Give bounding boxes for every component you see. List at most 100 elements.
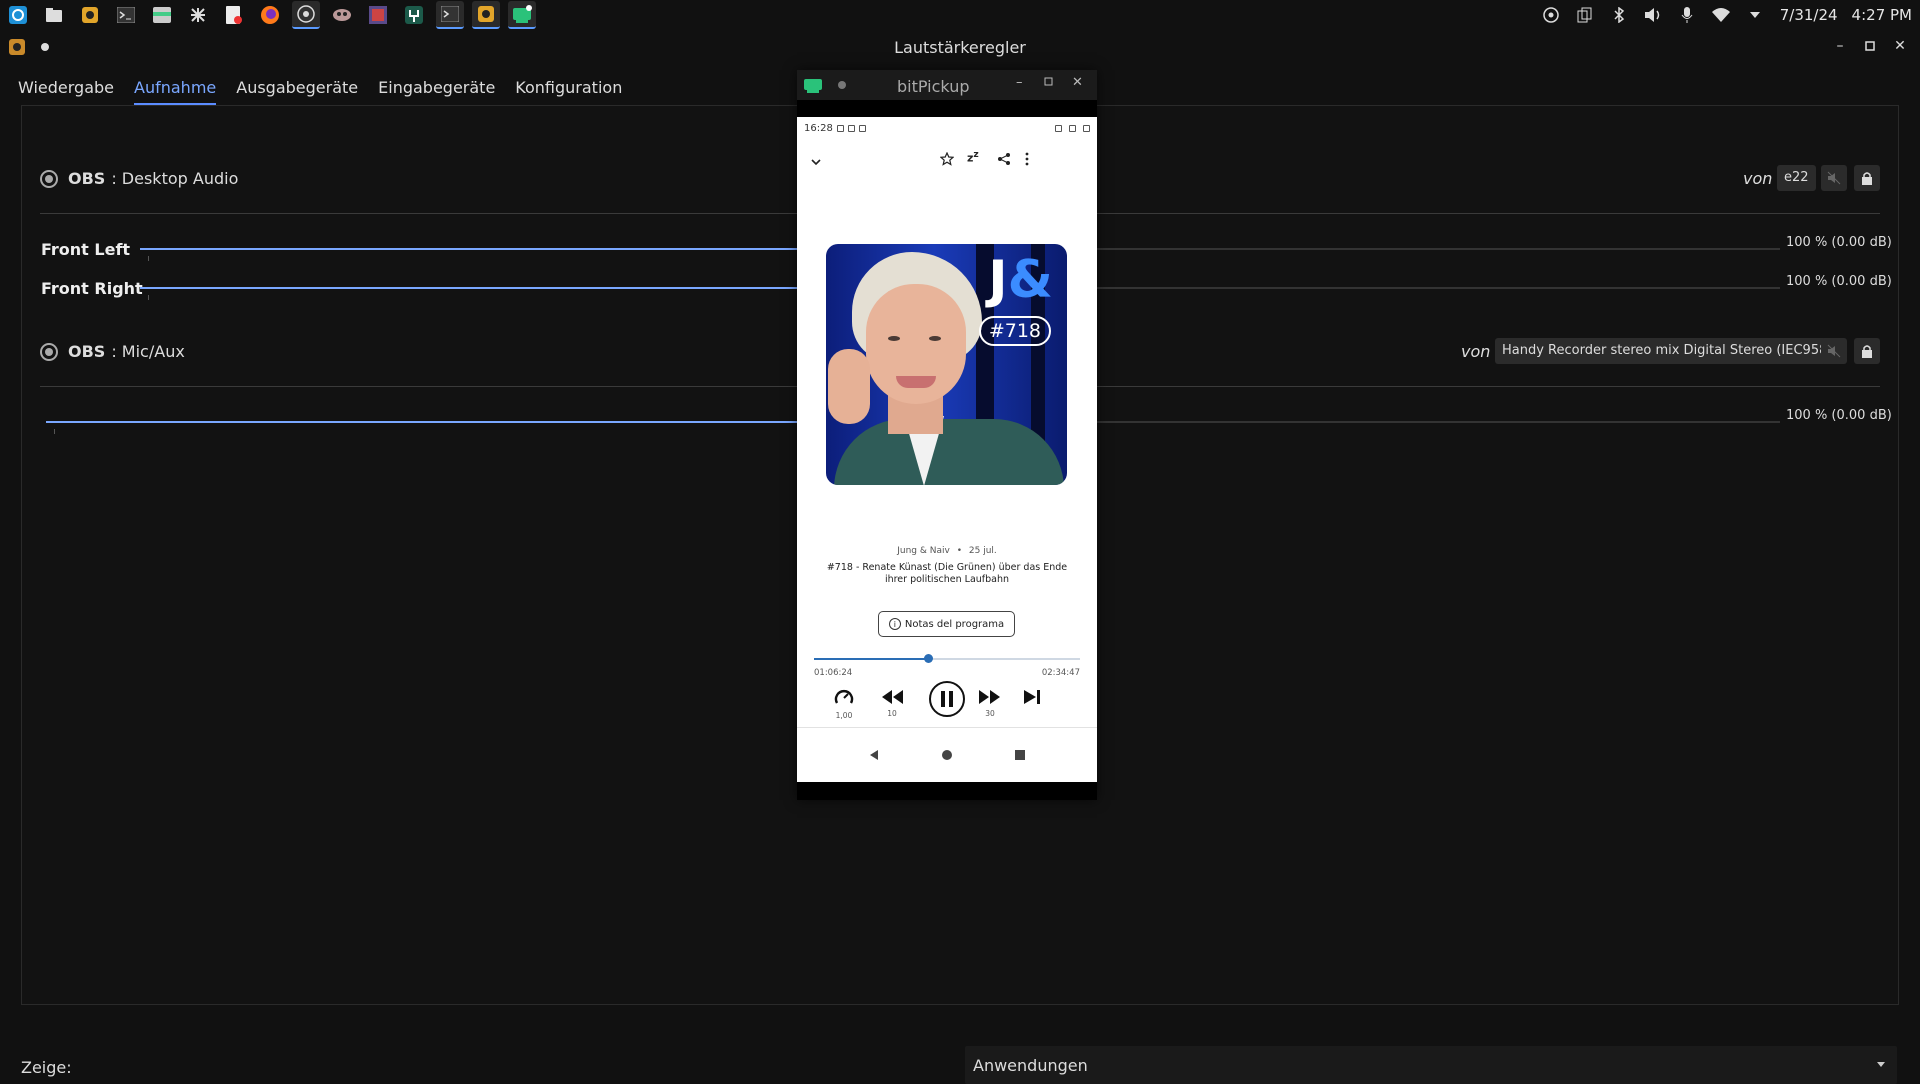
tab-ausgabegeraete[interactable]: Ausgabegeräte: [236, 74, 358, 105]
episode-number-badge: #718: [978, 316, 1051, 346]
skip-next-button[interactable]: [1022, 687, 1042, 707]
files-icon[interactable]: [40, 1, 68, 29]
notification-icon: [836, 124, 844, 132]
phone-status-bar: 16:28: [797, 117, 1097, 139]
phone-clock: 16:28: [804, 122, 833, 134]
sleep-timer-icon[interactable]: zz: [967, 149, 979, 165]
window-titlebar[interactable]: Lautstärkeregler – ✕: [0, 30, 1920, 64]
slider-tick: [54, 429, 55, 434]
rewind-icon: [882, 690, 903, 704]
wifi-icon[interactable]: [1704, 0, 1738, 30]
time-label[interactable]: 4:27 PM: [1852, 6, 1912, 24]
mute-button[interactable]: [1821, 165, 1847, 191]
speed-value: 1,00: [835, 711, 853, 720]
show-label: Zeige:: [21, 1058, 72, 1077]
share-icon[interactable]: [997, 151, 1011, 170]
tab-eingabegeraete[interactable]: Eingabegeräte: [378, 74, 495, 105]
bitpickup-icon[interactable]: [508, 1, 536, 29]
play-pause-button[interactable]: [928, 680, 966, 718]
game-icon[interactable]: [328, 1, 356, 29]
forward-seconds: 30: [985, 709, 995, 718]
top-panel: 7/31/24 4:27 PM: [0, 0, 1920, 30]
home-icon[interactable]: [941, 749, 953, 761]
episode-title: #718 - Renate Künast (Die Grünen) über d…: [826, 562, 1068, 585]
date-label[interactable]: 7/31/24: [1780, 6, 1838, 24]
collapse-chevron-icon[interactable]: [811, 151, 821, 170]
minimize-icon[interactable]: –: [1016, 75, 1023, 90]
media-player-icon[interactable]: [76, 1, 104, 29]
device-selector-button[interactable]: e22: [1777, 165, 1816, 191]
settings-icon[interactable]: [184, 1, 212, 29]
app-launcher-bar: [0, 0, 544, 30]
file-manager-icon[interactable]: [148, 1, 176, 29]
android-tool-icon[interactable]: [400, 1, 428, 29]
text-editor-icon[interactable]: [220, 1, 248, 29]
tab-wiedergabe[interactable]: Wiedergabe: [18, 74, 114, 105]
obs-icon[interactable]: [292, 1, 320, 29]
volume-control-icon[interactable]: [472, 1, 500, 29]
volume-value-front-right: 100 % (0.00 dB): [1786, 274, 1892, 289]
fast-forward-button[interactable]: 30: [978, 687, 1002, 718]
bitpickup-app-icon: [804, 79, 822, 93]
start-menu-icon[interactable]: [4, 1, 32, 29]
mute-button[interactable]: [1821, 338, 1847, 364]
stream-app-name: OBS: [68, 342, 106, 361]
obs-icon: [40, 169, 58, 188]
speed-icon: [834, 690, 854, 704]
device-selector-button[interactable]: Handy Recorder stereo mix Digital Stereo…: [1495, 338, 1840, 364]
bitpickup-titlebar[interactable]: bitPickup – ✕: [797, 70, 1097, 100]
player-toolbar: zz: [797, 139, 1097, 183]
image-viewer-icon[interactable]: [364, 1, 392, 29]
clipboard-icon[interactable]: [1568, 0, 1602, 30]
microphone-icon[interactable]: [1670, 0, 1704, 30]
eye-shape: [888, 336, 900, 341]
pin-icon[interactable]: [838, 81, 846, 89]
jacket-shape: [834, 419, 1064, 485]
window-title: Lautstärkeregler: [894, 38, 1026, 57]
podcast-name[interactable]: Jung & Naiv: [897, 546, 950, 556]
close-icon[interactable]: ✕: [1072, 75, 1083, 90]
bluetooth-icon[interactable]: [1602, 0, 1636, 30]
more-options-icon[interactable]: [1025, 151, 1029, 170]
tray-expand-icon[interactable]: [1738, 0, 1772, 30]
show-notes-button[interactable]: i Notas del programa: [878, 611, 1015, 637]
star-icon[interactable]: [939, 151, 955, 170]
notification-icon: [858, 124, 866, 132]
playback-progress-slider[interactable]: [814, 654, 1080, 664]
battery-icon: [1083, 124, 1090, 132]
eye-shape: [929, 336, 941, 341]
close-icon[interactable]: ✕: [1892, 36, 1908, 56]
episode-date: 25 jul.: [968, 546, 997, 556]
maximize-icon[interactable]: [1044, 75, 1053, 90]
maximize-icon[interactable]: [1862, 36, 1878, 56]
bitpickup-title: bitPickup: [897, 77, 970, 96]
phone-screen: 16:28 zz J& #718 Jung & Naiv • 25 jul. #…: [797, 117, 1097, 782]
minimize-icon[interactable]: –: [1832, 36, 1848, 56]
back-icon[interactable]: [868, 749, 880, 761]
system-tray: 7/31/24 4:27 PM: [1534, 0, 1912, 30]
rewind-button[interactable]: 10: [880, 687, 904, 718]
progress-handle[interactable]: [924, 654, 933, 663]
volume-icon[interactable]: [1636, 0, 1670, 30]
slider-tick: [148, 295, 149, 300]
terminal-icon[interactable]: [112, 1, 140, 29]
firefox-icon[interactable]: [256, 1, 284, 29]
lock-channels-button[interactable]: [1854, 165, 1880, 191]
pause-icon: [929, 681, 965, 717]
playback-speed-button[interactable]: 1,00: [833, 687, 855, 720]
meta-separator: •: [956, 546, 962, 556]
recents-icon[interactable]: [1014, 749, 1026, 761]
tab-konfiguration[interactable]: Konfiguration: [515, 74, 622, 105]
stream-name: : Mic/Aux: [111, 342, 185, 361]
tab-aufnahme[interactable]: Aufnahme: [134, 74, 217, 105]
total-duration: 02:34:47: [1041, 668, 1080, 678]
show-filter-dropdown[interactable]: Anwendungen: [965, 1046, 1897, 1084]
terminal-2-icon[interactable]: [436, 1, 464, 29]
volume-value-mic-aux: 100 % (0.00 dB): [1786, 408, 1892, 423]
from-label: von: [1743, 169, 1773, 188]
lock-channels-button[interactable]: [1854, 338, 1880, 364]
stream-name: : Desktop Audio: [111, 169, 239, 188]
obs-tray-icon[interactable]: [1534, 0, 1568, 30]
channel-label-front-left: Front Left: [41, 240, 131, 259]
jung-naiv-logo: J&: [988, 250, 1053, 310]
